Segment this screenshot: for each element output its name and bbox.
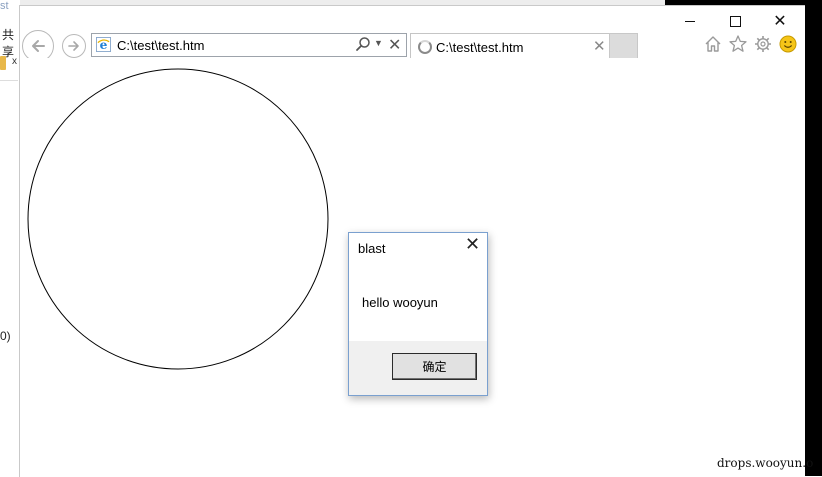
favorites-star-icon[interactable] [728, 34, 748, 54]
background-ribbon-share-label: 共享 [2, 28, 15, 59]
dialog-message: hello wooyun [362, 295, 438, 310]
close-icon: ✕ [773, 13, 787, 30]
page-circle [27, 68, 329, 370]
background-status-fragment: 0) [0, 329, 11, 343]
dialog-footer: 确定 [349, 341, 487, 395]
desktop-edge-right [804, 0, 822, 476]
background-window: st 共享 x 0) [0, 0, 20, 476]
loading-icon [418, 40, 432, 54]
forward-button[interactable] [62, 34, 86, 58]
address-bar[interactable]: e C:\test\test.htm ▼ ✕ [91, 33, 407, 57]
window-close-button[interactable]: ✕ [758, 10, 802, 32]
minimize-button[interactable] [668, 10, 712, 32]
home-icon[interactable] [703, 34, 723, 54]
tab-title: C:\test\test.htm [436, 40, 524, 55]
address-url[interactable]: C:\test\test.htm [117, 38, 204, 53]
dialog-title: blast [358, 241, 386, 256]
folder-icon [0, 56, 6, 70]
dropdown-icon[interactable]: ▼ [374, 38, 383, 48]
settings-gear-icon[interactable] [753, 34, 773, 54]
ok-button[interactable]: 确定 [392, 353, 477, 380]
new-tab-button[interactable] [609, 33, 638, 60]
stop-icon[interactable]: ✕ [388, 35, 401, 55]
minimize-icon [685, 20, 695, 22]
background-divider [0, 80, 18, 81]
tab-close-icon[interactable]: ✕ [593, 37, 606, 55]
dialog-close-icon[interactable]: ✕ [465, 234, 480, 254]
maximize-button[interactable] [713, 10, 757, 32]
feedback-smiley-icon[interactable] [778, 34, 798, 54]
watermark: drops.wooyun.o [717, 456, 814, 470]
maximize-icon [729, 15, 741, 27]
background-close-fragment: x [12, 56, 17, 67]
tab-test-htm[interactable]: C:\test\test.htm ✕ [410, 33, 610, 59]
ie-page-icon: e [96, 37, 111, 52]
alert-dialog: blast ✕ hello wooyun 确定 [348, 232, 488, 396]
search-icon[interactable] [355, 36, 371, 52]
forward-arrow-icon [68, 41, 79, 51]
background-window-title: st [0, 0, 9, 12]
back-arrow-icon [32, 40, 45, 52]
